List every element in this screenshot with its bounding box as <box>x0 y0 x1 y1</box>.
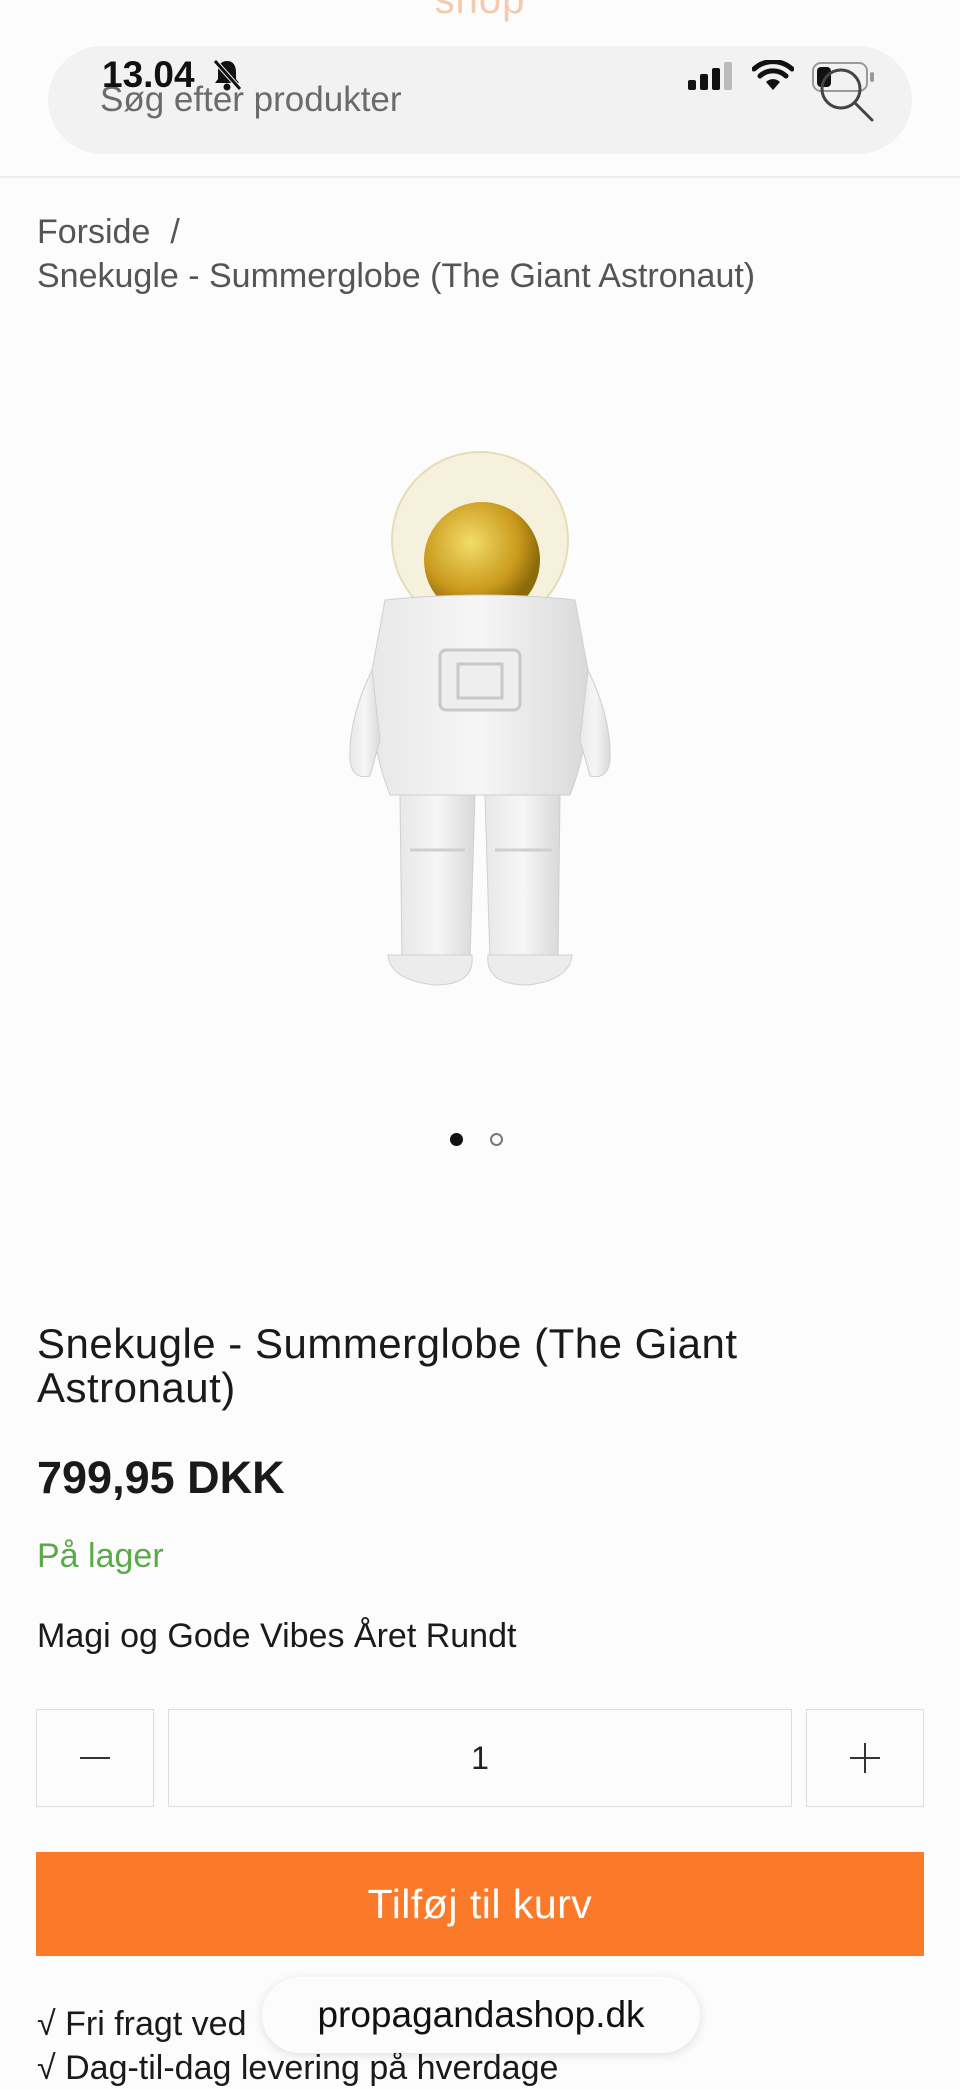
status-time: 13.04 <box>102 54 195 95</box>
browser-url-text: propagandashop.dk <box>317 1994 645 2035</box>
quantity-increase-button[interactable] <box>806 1709 924 1807</box>
breadcrumb-home-link[interactable]: Forside <box>37 213 150 251</box>
minus-icon <box>80 1757 110 1759</box>
gallery-pagination <box>450 1133 530 1151</box>
quantity-decrease-button[interactable] <box>36 1709 154 1807</box>
add-to-cart-button[interactable]: Tilføj til kurv <box>36 1852 924 1956</box>
quantity-input[interactable]: 1 <box>168 1709 792 1807</box>
bell-slash-icon <box>212 58 242 97</box>
product-tagline: Magi og Gode Vibes Året Rundt <box>37 1617 517 1655</box>
breadcrumb-current: Snekugle - Summerglobe (The Giant Astron… <box>37 257 756 295</box>
stock-status: På lager <box>37 1537 164 1575</box>
product-image[interactable] <box>330 440 630 1015</box>
product-price: 799,95 DKK <box>37 1452 285 1503</box>
product-title: Snekugle - Summerglobe (The Giant Astron… <box>37 1320 738 1411</box>
header-divider <box>0 176 960 178</box>
search-icon[interactable] <box>818 66 876 129</box>
cellular-signal-icon <box>688 62 732 95</box>
plus-icon <box>850 1743 880 1773</box>
shop-logo[interactable]: shop <box>0 0 960 23</box>
browser-url-bar[interactable]: propagandashop.dk <box>262 1977 700 2053</box>
breadcrumb: Forside / Snekugle - Summerglobe (The Gia… <box>37 210 755 298</box>
gallery-dot-1[interactable] <box>450 1133 463 1146</box>
wifi-icon <box>751 59 795 97</box>
gallery-dot-2[interactable] <box>490 1133 503 1146</box>
breadcrumb-separator: / <box>170 213 180 251</box>
